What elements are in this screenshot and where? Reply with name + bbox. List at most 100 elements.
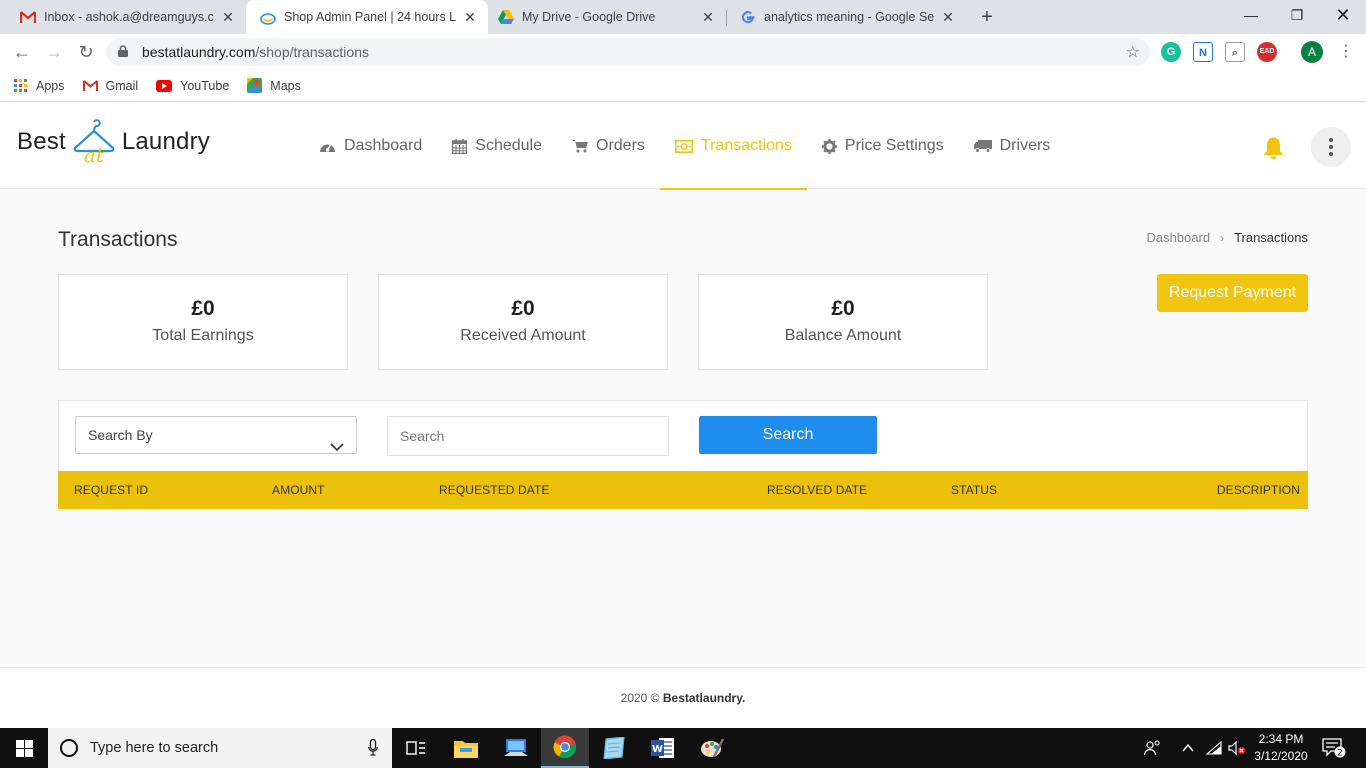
stat-label: Balance Amount bbox=[784, 327, 902, 344]
column-header-requested-date[interactable]: REQUESTED DATE bbox=[439, 471, 550, 509]
extension-n-icon[interactable]: N bbox=[1193, 42, 1213, 62]
more-options-button[interactable] bbox=[1311, 127, 1351, 167]
truck-icon bbox=[973, 139, 992, 153]
notification-count: 2 bbox=[1337, 749, 1343, 759]
nav-item-drivers[interactable]: Drivers bbox=[959, 103, 1066, 189]
nav-label: Schedule bbox=[475, 137, 542, 154]
breadcrumb-current: Transactions bbox=[1234, 230, 1308, 245]
nav-label: Price Settings bbox=[844, 137, 944, 154]
nav-item-dashboard[interactable]: Dashboard bbox=[304, 103, 437, 189]
column-header-resolved-date[interactable]: RESOLVED DATE bbox=[767, 471, 867, 509]
people-icon[interactable] bbox=[1144, 728, 1162, 768]
notepad-app-icon[interactable] bbox=[590, 728, 638, 768]
tab-shop-admin-panel[interactable]: Shop Admin Panel | 24 hours Laundry ✕ bbox=[246, 0, 488, 34]
close-tab-icon[interactable]: ✕ bbox=[462, 9, 478, 26]
profile-avatar[interactable]: A bbox=[1301, 41, 1323, 63]
paint-icon[interactable] bbox=[688, 728, 736, 768]
grammarly-icon[interactable]: G bbox=[1161, 42, 1181, 62]
money-icon bbox=[674, 139, 693, 153]
apps-grid-icon bbox=[14, 78, 28, 93]
forward-arrow-icon[interactable]: → bbox=[42, 40, 66, 64]
bookmark-label: YouTube bbox=[180, 78, 230, 93]
tab-google-search[interactable]: analytics meaning - Google Search ✕ bbox=[726, 0, 966, 34]
bookmark-star-icon[interactable]: ☆ bbox=[1126, 42, 1140, 62]
word-icon[interactable]: W bbox=[639, 728, 687, 768]
new-tab-button[interactable]: + bbox=[976, 4, 998, 30]
page-title: Transactions bbox=[58, 228, 178, 251]
nav-label: Dashboard bbox=[344, 137, 423, 154]
tab-title: Shop Admin Panel | 24 hours Laundry bbox=[284, 10, 456, 24]
chrome-menu-icon[interactable]: ⋮ bbox=[1334, 40, 1358, 64]
tab-google-drive[interactable]: My Drive - Google Drive ✕ bbox=[484, 0, 726, 34]
column-header-description[interactable]: DESCRIPTION bbox=[1217, 471, 1300, 509]
chevron-down-icon bbox=[330, 429, 344, 465]
bookmark-gmail[interactable]: Gmail bbox=[82, 79, 138, 93]
volume-muted-icon[interactable] bbox=[1228, 728, 1246, 768]
logo-text-at: at bbox=[84, 143, 105, 166]
bestatlaundry-logo[interactable]: Best at Laundry bbox=[17, 117, 210, 167]
nav-item-transactions[interactable]: Transactions bbox=[659, 103, 807, 190]
browser-toolbar: ← → ↻ bestatlaundry.com/shop/transaction… bbox=[0, 34, 1366, 70]
google-icon bbox=[740, 9, 756, 25]
stat-card-balance-amount: £0 Balance Amount bbox=[698, 274, 988, 370]
nav-label: Transactions bbox=[700, 137, 792, 154]
gmail-icon bbox=[20, 9, 36, 25]
nav-item-price-settings[interactable]: Price Settings bbox=[807, 103, 959, 189]
taskbar-search-box[interactable]: Type here to search bbox=[48, 728, 392, 768]
close-tab-icon[interactable]: ✕ bbox=[940, 9, 956, 26]
minimize-icon[interactable]: — bbox=[1228, 0, 1274, 30]
column-header-amount[interactable]: AMOUNT bbox=[272, 471, 325, 509]
column-header-request-id[interactable]: REQUEST ID bbox=[74, 471, 148, 509]
close-tab-icon[interactable]: ✕ bbox=[220, 9, 236, 26]
cart-icon bbox=[572, 139, 588, 153]
microphone-icon[interactable] bbox=[368, 738, 378, 760]
url-path: /shop/transactions bbox=[255, 44, 369, 60]
close-tab-icon[interactable]: ✕ bbox=[700, 9, 716, 26]
windows-taskbar: Type here to search W 2:34 PM 3/12/2020 bbox=[0, 728, 1366, 768]
close-window-icon[interactable]: ✕ bbox=[1320, 0, 1366, 30]
url-domain: bestatlaundry.com bbox=[142, 44, 256, 60]
system-clock[interactable]: 2:34 PM 3/12/2020 bbox=[1248, 731, 1314, 765]
chrome-taskbar-icon[interactable] bbox=[541, 728, 589, 768]
bookmark-apps[interactable]: Apps bbox=[14, 78, 65, 93]
search-input[interactable] bbox=[387, 416, 669, 456]
reload-icon[interactable]: ↻ bbox=[74, 40, 98, 64]
nav-item-schedule[interactable]: Schedule bbox=[437, 103, 557, 189]
stat-value: £0 bbox=[831, 297, 855, 320]
bookmarks-bar: Apps Gmail YouTube Maps bbox=[0, 70, 1366, 102]
stat-card-received-amount: £0 Received Amount bbox=[378, 274, 668, 370]
notification-bell-icon[interactable] bbox=[1262, 136, 1285, 165]
extension-search-icon[interactable]: ⌕ bbox=[1225, 42, 1245, 62]
maps-icon bbox=[247, 78, 263, 93]
bookmark-label: Maps bbox=[270, 78, 301, 93]
search-button[interactable]: Search bbox=[699, 416, 877, 454]
address-bar[interactable]: bestatlaundry.com/shop/transactions ☆ bbox=[106, 38, 1150, 66]
network-icon[interactable] bbox=[1206, 728, 1222, 768]
svg-text:W: W bbox=[652, 744, 663, 755]
bookmark-maps[interactable]: Maps bbox=[247, 78, 301, 93]
gear-icon bbox=[821, 138, 837, 154]
windows-start-icon[interactable] bbox=[0, 728, 48, 768]
extension-badge-icon[interactable]: EAD bbox=[1257, 42, 1277, 62]
youtube-icon bbox=[156, 79, 173, 92]
tab-title: analytics meaning - Google Search bbox=[764, 10, 934, 24]
task-view-icon[interactable] bbox=[392, 728, 440, 768]
restore-icon[interactable]: ❐ bbox=[1274, 0, 1320, 30]
tab-gmail-inbox[interactable]: Inbox - ashok.a@dreamguys.co.in ✕ bbox=[6, 0, 246, 34]
back-arrow-icon[interactable]: ← bbox=[10, 40, 34, 64]
remote-desktop-icon[interactable] bbox=[492, 728, 540, 768]
dashboard-gauge-icon bbox=[319, 140, 336, 153]
nav-item-orders[interactable]: Orders bbox=[557, 103, 660, 189]
site-header: Best at Laundry Dashboard Schedule Order… bbox=[0, 103, 1366, 190]
chevron-up-icon[interactable] bbox=[1182, 728, 1194, 768]
stat-label: Total Earnings bbox=[152, 327, 254, 344]
search-by-select[interactable]: Search By bbox=[75, 416, 357, 454]
breadcrumb-dashboard-link[interactable]: Dashboard bbox=[1146, 230, 1210, 245]
column-header-status[interactable]: STATUS bbox=[951, 471, 997, 509]
action-center-icon[interactable]: 2 bbox=[1322, 728, 1346, 768]
stat-card-total-earnings: £0 Total Earnings bbox=[58, 274, 348, 370]
file-explorer-icon[interactable] bbox=[442, 728, 490, 768]
logo-text-best: Best bbox=[17, 128, 66, 155]
bookmark-youtube[interactable]: YouTube bbox=[156, 79, 229, 93]
request-payment-button[interactable]: Request Payment bbox=[1157, 274, 1308, 312]
